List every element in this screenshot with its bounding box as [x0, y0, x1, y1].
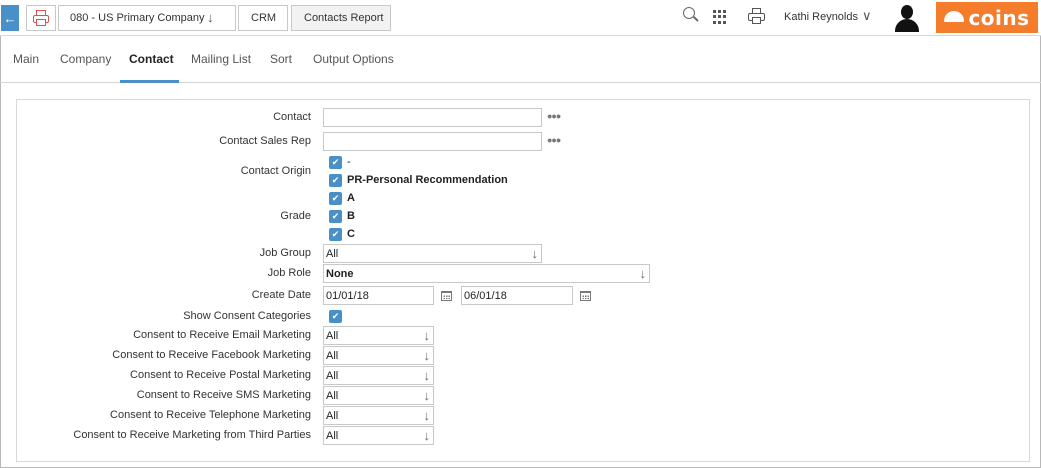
- grade-checkbox[interactable]: ✔: [329, 192, 342, 205]
- printer-icon: [32, 10, 50, 26]
- consent-telephone-value: All: [326, 409, 339, 422]
- tab-output-options[interactable]: Output Options: [313, 52, 394, 66]
- arrow-down-icon: ↓: [423, 348, 431, 363]
- contact-origin-checkbox[interactable]: ✔: [329, 156, 342, 169]
- grade-label: Grade: [280, 210, 311, 222]
- consent-facebook-select[interactable]: All ↓: [323, 346, 434, 365]
- search-icon[interactable]: [683, 7, 699, 23]
- breadcrumb-company-label: 080 - US Primary Company: [70, 12, 205, 24]
- top-bar: ← 080 - US Primary Company ↓ CRM Contact…: [0, 0, 1041, 36]
- calendar-icon[interactable]: [441, 291, 452, 301]
- create-date-to-input[interactable]: 06/01/18: [461, 286, 573, 305]
- tab-main[interactable]: Main: [13, 52, 39, 66]
- consent-sms-label: Consent to Receive SMS Marketing: [136, 389, 311, 401]
- contact-origin-option-label: -: [347, 156, 351, 168]
- calendar-icon[interactable]: [580, 291, 591, 301]
- consent-third-parties-value: All: [326, 429, 339, 442]
- coins-logo: coins: [936, 2, 1038, 33]
- consent-postal-select[interactable]: All ↓: [323, 366, 434, 385]
- consent-telephone-label: Consent to Receive Telephone Marketing: [110, 409, 311, 421]
- user-name[interactable]: Kathi Reynolds: [784, 11, 858, 23]
- grade-checkbox[interactable]: ✔: [329, 228, 342, 241]
- grade-option-label: C: [347, 228, 355, 240]
- arrow-down-icon: ↓: [423, 368, 431, 383]
- arrow-down-icon: ↓: [423, 388, 431, 403]
- contact-sales-rep-lookup-icon[interactable]: ●●●: [547, 135, 561, 145]
- contact-label: Contact: [273, 111, 311, 123]
- contact-origin-label: Contact Origin: [240, 165, 311, 177]
- job-role-select[interactable]: None ↓: [323, 264, 650, 283]
- breadcrumb-crm[interactable]: CRM: [238, 5, 288, 31]
- job-group-select[interactable]: All ↓: [323, 244, 542, 263]
- grade-option-label: A: [347, 192, 355, 204]
- contact-lookup-icon[interactable]: ●●●: [547, 111, 561, 121]
- job-group-label: Job Group: [259, 247, 311, 259]
- show-consent-label: Show Consent Categories: [183, 310, 311, 322]
- breadcrumb-crm-label: CRM: [251, 12, 277, 24]
- consent-email-value: All: [326, 329, 339, 342]
- chevron-down-icon[interactable]: ∨: [862, 8, 872, 24]
- arrow-down-icon: ↓: [639, 266, 647, 281]
- arrow-down-icon: ↓: [531, 246, 539, 261]
- avatar[interactable]: [894, 4, 920, 32]
- contact-origin-option-label: PR-Personal Recommendation: [347, 174, 508, 186]
- breadcrumb-report[interactable]: Contacts Report: [291, 5, 391, 31]
- apps-grid-icon[interactable]: [713, 10, 727, 24]
- print-icon[interactable]: [748, 8, 765, 24]
- create-date-from-input[interactable]: 01/01/18: [323, 286, 434, 305]
- create-date-label: Create Date: [251, 289, 311, 301]
- arrow-down-icon: ↓: [423, 328, 431, 343]
- arrow-down-icon: ↓: [423, 408, 431, 423]
- consent-third-parties-select[interactable]: All ↓: [323, 426, 434, 445]
- logo-text: coins: [968, 5, 1030, 30]
- contact-sales-rep-input[interactable]: [323, 132, 542, 151]
- tab-sort[interactable]: Sort: [270, 52, 292, 66]
- arrow-down-icon: ↓: [423, 428, 431, 443]
- tab-contact[interactable]: Contact: [129, 52, 174, 66]
- consent-facebook-label: Consent to Receive Facebook Marketing: [112, 349, 311, 361]
- breadcrumb-company[interactable]: 080 - US Primary Company ↓: [58, 5, 236, 31]
- consent-facebook-value: All: [326, 349, 339, 362]
- back-arrow-icon[interactable]: ←: [1, 5, 19, 31]
- active-tab-indicator: [120, 80, 179, 83]
- consent-third-parties-label: Consent to Receive Marketing from Third …: [73, 429, 311, 441]
- consent-sms-value: All: [326, 389, 339, 402]
- tab-bar: Main Company Contact Mailing List Sort O…: [0, 37, 1041, 83]
- breadcrumb-report-label: Contacts Report: [304, 12, 384, 24]
- consent-postal-value: All: [326, 369, 339, 382]
- contact-origin-checkbox[interactable]: ✔: [329, 174, 342, 187]
- consent-telephone-select[interactable]: All ↓: [323, 406, 434, 425]
- job-group-value: All: [326, 247, 339, 260]
- grade-option-label: B: [347, 210, 355, 222]
- tab-mailing-list[interactable]: Mailing List: [191, 52, 251, 66]
- consent-email-select[interactable]: All ↓: [323, 326, 434, 345]
- contact-input[interactable]: [323, 108, 542, 127]
- hard-hat-icon: [944, 11, 965, 22]
- contact-sales-rep-label: Contact Sales Rep: [219, 135, 311, 147]
- job-role-label: Job Role: [267, 267, 311, 279]
- grade-checkbox[interactable]: ✔: [329, 210, 342, 223]
- show-consent-checkbox[interactable]: ✔: [329, 310, 342, 323]
- arrow-down-icon: ↓: [207, 10, 214, 25]
- consent-postal-label: Consent to Receive Postal Marketing: [130, 369, 311, 381]
- job-role-value: None: [326, 267, 354, 280]
- consent-email-label: Consent to Receive Email Marketing: [133, 329, 311, 341]
- tab-company[interactable]: Company: [60, 52, 111, 66]
- consent-sms-select[interactable]: All ↓: [323, 386, 434, 405]
- print-report-button[interactable]: [26, 5, 56, 31]
